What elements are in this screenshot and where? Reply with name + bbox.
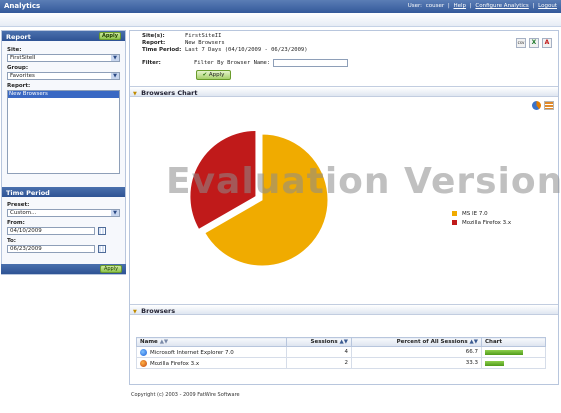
sub-bar: [0, 13, 561, 27]
report-option-new-browsers[interactable]: New Browsers: [8, 91, 119, 98]
sort-icon[interactable]: ▲▼: [470, 339, 478, 345]
ie-icon: [140, 348, 147, 356]
percent-bar: [485, 349, 524, 355]
browsers-table-header[interactable]: ▼ Browsers: [130, 304, 558, 315]
sort-icon[interactable]: ▲▼: [340, 339, 348, 345]
pdf-export-icon[interactable]: A: [542, 38, 552, 48]
preset-select-value: Custom...: [10, 210, 37, 216]
copyright-footer: Copyright (c) 2003 - 2009 FatWire Softwa…: [131, 392, 240, 398]
sessions-cell: 4: [286, 346, 352, 358]
chevron-down-icon[interactable]: ▼: [111, 55, 119, 61]
column-header-sessions[interactable]: Sessions ▲▼: [286, 337, 352, 347]
separator: |: [469, 3, 472, 9]
chart-area: Evaluation Version MS IE 7.0 Mozilla Fir…: [130, 97, 561, 303]
group-label: Group:: [7, 65, 29, 71]
preset-label: Preset:: [7, 202, 30, 208]
percent-cell: 33.3: [351, 357, 482, 369]
from-date-field: 04/10/2009: [7, 227, 120, 235]
user-prefix: User:: [407, 3, 422, 9]
legend-swatch: [452, 211, 457, 216]
sort-icon[interactable]: ▲▼: [160, 339, 168, 345]
report-listbox[interactable]: New Browsers: [7, 90, 120, 174]
percent-cell: 66.7: [351, 346, 482, 358]
time-period-key: Time Period:: [142, 47, 182, 53]
collapse-triangle-icon[interactable]: ▼: [133, 309, 137, 315]
excel-export-icon[interactable]: X: [529, 38, 539, 48]
legend-item: Mozilla Firefox 3.x: [452, 218, 511, 227]
browser-name-cell: Microsoft Internet Explorer 7.0: [136, 346, 287, 358]
report-label: Report:: [7, 83, 31, 89]
chart-cell: [481, 346, 546, 358]
report-summary: Site(s): FirstSiteII Report: New Browsers …: [142, 33, 308, 54]
from-label: From:: [7, 220, 25, 226]
user-links: User: couser | Help | Configure Analytic…: [406, 3, 557, 9]
separator: |: [447, 3, 450, 9]
chevron-down-icon[interactable]: ▼: [111, 210, 119, 216]
time-panel-footer: Apply: [1, 264, 126, 274]
legend-swatch: [452, 220, 457, 225]
csv-export-icon[interactable]: csv: [516, 38, 526, 48]
site-value: FirstSiteII: [185, 33, 222, 39]
time-apply-button[interactable]: Apply: [100, 265, 122, 273]
separator: |: [532, 3, 535, 9]
filter-key: Filter:: [142, 60, 161, 66]
checkmark-icon: ✔: [202, 72, 208, 78]
sessions-cell: 2: [286, 357, 352, 369]
to-date-field: 06/23/2009: [7, 245, 120, 253]
site-select-value: FirstSiteII: [10, 55, 36, 61]
to-date-input[interactable]: 06/23/2009: [7, 245, 95, 253]
filter-input[interactable]: [273, 59, 349, 67]
report-panel-header: Report Apply: [2, 31, 125, 41]
browser-name-cell: Mozilla Firefox 3.x: [136, 357, 287, 369]
site-label: Site:: [7, 47, 22, 53]
left-sidebar: Report Apply Site: FirstSiteII ▼ Group: …: [1, 30, 126, 275]
firefox-icon: [140, 359, 147, 367]
user-name: couser: [425, 3, 445, 9]
group-select[interactable]: Favorites ▼: [7, 72, 120, 80]
app-title: Analytics: [4, 2, 41, 10]
legend-item: MS IE 7.0: [452, 209, 511, 218]
to-label: To:: [7, 238, 16, 244]
time-period-value: Last 7 Days (04/10/2009 - 06/23/2009): [185, 47, 308, 53]
filter-apply-label: Apply: [208, 72, 225, 78]
site-select[interactable]: FirstSiteII ▼: [7, 54, 120, 62]
browsers-table: Name ▲▼ Sessions ▲▼ Percent of All Sessi…: [136, 337, 546, 369]
percent-bar: [485, 360, 504, 366]
filter-apply-button[interactable]: ✔ Apply: [196, 70, 231, 80]
from-date-input[interactable]: 04/10/2009: [7, 227, 95, 235]
calendar-icon[interactable]: [98, 227, 106, 235]
column-header-percent[interactable]: Percent of All Sessions ▲▼: [351, 337, 482, 347]
legend-label: Mozilla Firefox 3.x: [462, 219, 512, 226]
column-header-chart: Chart: [481, 337, 546, 347]
top-bar: Analytics User: couser | Help | Configur…: [0, 0, 561, 13]
group-select-value: Favorites: [10, 73, 35, 79]
report-key: Report:: [142, 40, 166, 46]
time-period-panel-header: Time Period: [2, 187, 125, 197]
report-apply-button[interactable]: Apply: [99, 32, 121, 40]
browsers-chart-title: Browsers Chart: [141, 89, 198, 97]
main-panel: Site(s): FirstSiteII Report: New Browsers …: [129, 30, 561, 385]
report-panel-title: Report: [6, 33, 31, 41]
site-key: Site(s):: [142, 33, 165, 39]
preset-select[interactable]: Custom... ▼: [7, 209, 120, 217]
configure-analytics-link[interactable]: Configure Analytics: [475, 3, 528, 9]
chevron-down-icon[interactable]: ▼: [111, 73, 119, 79]
evaluation-watermark: Evaluation Version: [166, 161, 561, 202]
browsers-table-title: Browsers: [141, 307, 176, 315]
export-icons: csv X A: [516, 38, 552, 48]
calendar-icon[interactable]: [98, 245, 106, 253]
time-period-title: Time Period: [6, 189, 50, 197]
help-link[interactable]: Help: [454, 3, 467, 9]
filter-row: Filter: Filter By Browser Name:: [142, 59, 349, 67]
logout-link[interactable]: Logout: [538, 3, 557, 9]
table-row: Mozilla Firefox 3.x 2 33.3: [136, 357, 546, 369]
legend-label: MS IE 7.0: [462, 210, 488, 217]
chart-cell: [481, 357, 546, 369]
browsers-chart-header[interactable]: ▼ Browsers Chart: [130, 86, 558, 97]
filter-label: Filter By Browser Name:: [194, 60, 271, 66]
column-header-name[interactable]: Name ▲▼: [136, 337, 287, 347]
chart-legend: MS IE 7.0 Mozilla Firefox 3.x: [452, 209, 511, 227]
table-row: Microsoft Internet Explorer 7.0 4 66.7: [136, 346, 546, 358]
report-value: New Browsers: [185, 40, 225, 46]
